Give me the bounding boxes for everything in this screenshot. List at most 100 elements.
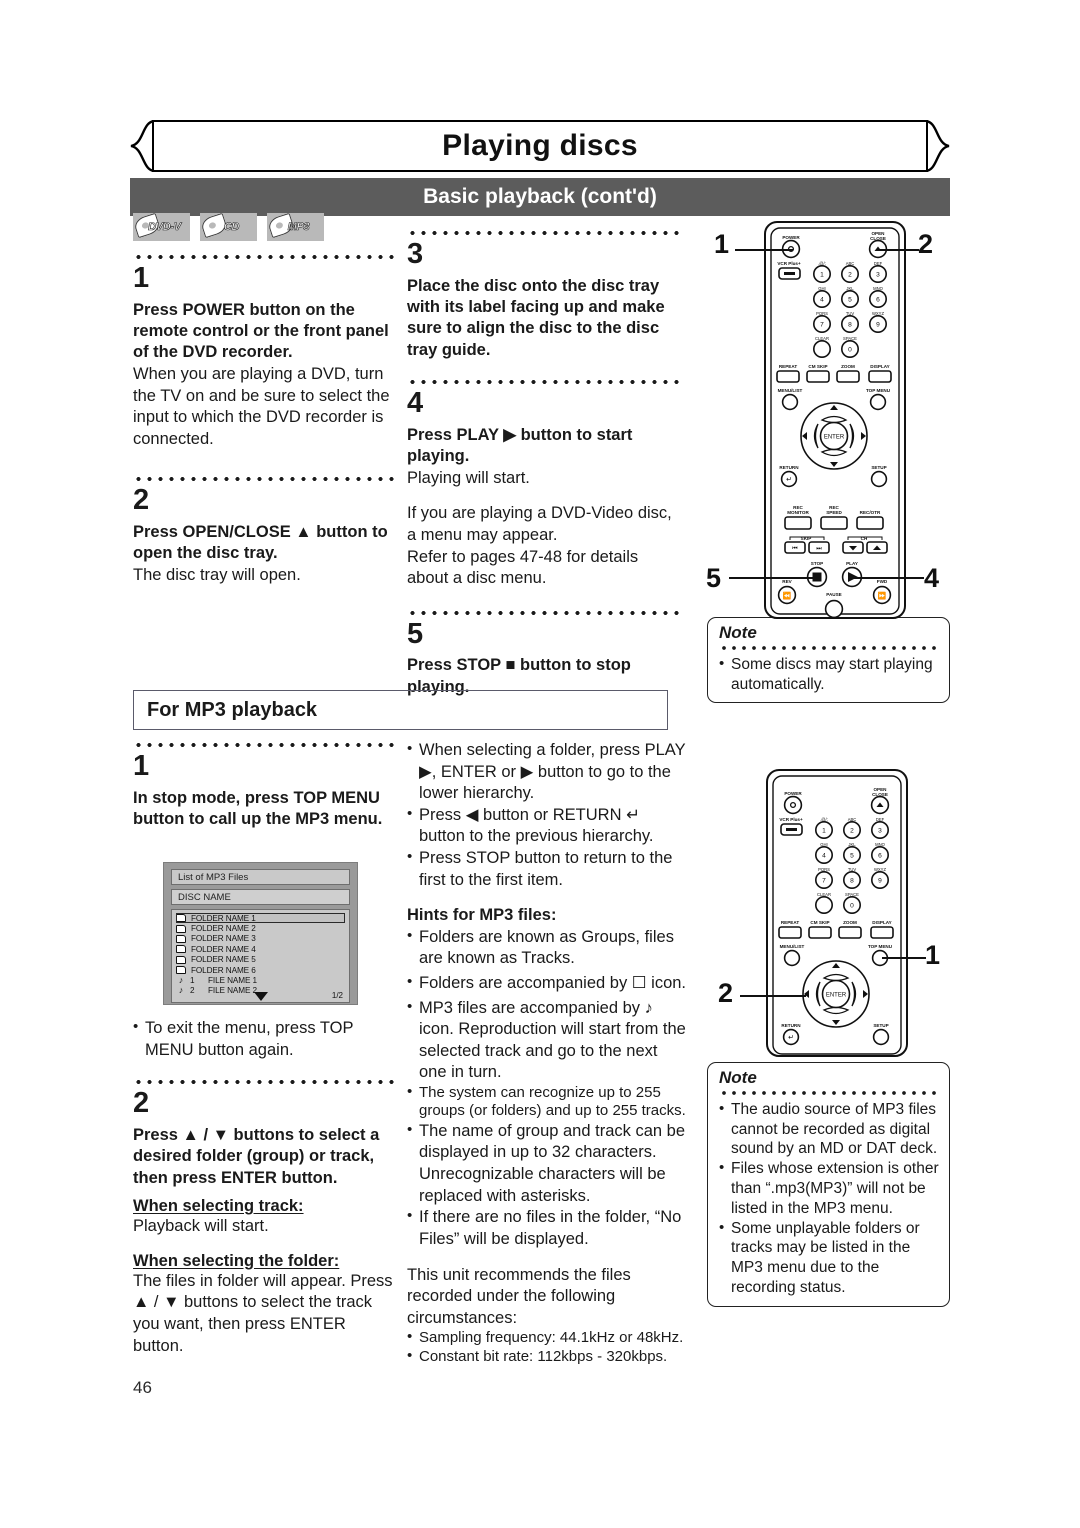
svg-text:6: 6 bbox=[876, 296, 880, 303]
folder-icon bbox=[176, 945, 186, 954]
list-item: FOLDER NAME 2 bbox=[176, 923, 345, 933]
svg-text:POWER: POWER bbox=[782, 235, 800, 240]
callout-4-play: 4 bbox=[924, 563, 940, 593]
chapter-banner: Playing discs bbox=[130, 120, 950, 172]
svg-text:TOP MENU: TOP MENU bbox=[866, 388, 891, 393]
section-banner: Basic playback (cont'd) bbox=[130, 178, 950, 216]
step-number: 1 bbox=[133, 262, 150, 294]
svg-text:TOP MENU: TOP MENU bbox=[868, 944, 893, 949]
mp3-section-header: For MP3 playback bbox=[133, 690, 668, 730]
list-item: Press STOP button to return to the first… bbox=[407, 847, 687, 891]
step-instruction: Press POWER button on the remote control… bbox=[133, 300, 389, 362]
hints-closing-bullets: Sampling frequency: 44.1kHz or 48kHz. Co… bbox=[407, 1328, 687, 1367]
svg-text:8: 8 bbox=[850, 877, 854, 884]
mp3-menu-screenshot: List of MP3 Files DISC NAME FOLDER NAME … bbox=[163, 862, 358, 1005]
svg-text:PAUSE: PAUSE bbox=[826, 592, 842, 597]
list-item: To exit the menu, press TOP MENU button … bbox=[133, 1017, 395, 1061]
track-number: 1 bbox=[190, 976, 195, 986]
step-detail-secondary: If you are playing a DVD-Video disc, a m… bbox=[407, 504, 672, 588]
osd-list: FOLDER NAME 1 FOLDER NAME 2 FOLDER NAME … bbox=[171, 909, 350, 1003]
step-detail: Playing will start. bbox=[407, 468, 530, 487]
list-item: When selecting a folder, press PLAY ▶, E… bbox=[407, 739, 687, 805]
hints-closing-intro: This unit recommends the files recorded … bbox=[407, 1265, 631, 1327]
svg-text:2: 2 bbox=[848, 271, 852, 278]
step-number: 4 bbox=[407, 387, 424, 420]
callout-leader bbox=[740, 995, 806, 997]
manual-page: Playing discs Basic playback (cont'd) DV… bbox=[0, 0, 1080, 1528]
note-divider bbox=[719, 643, 939, 652]
badge-label: MP3 bbox=[287, 221, 310, 234]
step-number: 5 bbox=[407, 617, 424, 650]
step-number: 1 bbox=[133, 750, 150, 782]
note-divider bbox=[719, 1088, 939, 1097]
folder-icon bbox=[176, 955, 186, 964]
list-item-label: FOLDER NAME 3 bbox=[191, 934, 256, 944]
column-steps-left: 1 Press POWER button on the remote contr… bbox=[133, 252, 395, 586]
mp3-section-title: For MP3 playback bbox=[147, 698, 318, 721]
svg-text:ZOOM: ZOOM bbox=[843, 920, 857, 925]
svg-text:8: 8 bbox=[848, 321, 852, 328]
svg-text:ZOOM: ZOOM bbox=[841, 364, 855, 369]
folder-icon bbox=[176, 924, 186, 933]
folder-icon bbox=[176, 914, 186, 923]
page-number: 46 bbox=[133, 1378, 152, 1397]
column-mp3-left: 1 In stop mode, press TOP MENU button to… bbox=[133, 740, 395, 830]
svg-text:2: 2 bbox=[850, 827, 854, 834]
badge-dvd-v: DVD-V bbox=[133, 213, 190, 241]
step-divider bbox=[133, 740, 395, 750]
note-box-mp3: Note The audio source of MP3 files canno… bbox=[707, 1062, 950, 1307]
svg-text:ENTER: ENTER bbox=[826, 993, 847, 999]
svg-text:0: 0 bbox=[848, 346, 852, 353]
callout-5-stop: 5 bbox=[706, 563, 722, 593]
step-number: 2 bbox=[133, 484, 150, 517]
list-item: FOLDER NAME 5 bbox=[176, 955, 345, 965]
list-item: Folders are known as Groups, files are k… bbox=[407, 926, 687, 970]
folder-icon bbox=[176, 966, 186, 975]
osd-title-bar: List of MP3 Files bbox=[171, 869, 350, 885]
list-item: If there are no files in the folder, “No… bbox=[407, 1206, 687, 1250]
callout-2-open-close: 2 bbox=[918, 229, 934, 259]
list-item: FOLDER NAME 4 bbox=[176, 944, 345, 954]
subheading-selecting-track-body: Playback will start. bbox=[133, 1217, 269, 1236]
scroll-down-icon bbox=[254, 992, 268, 1001]
badge-label: CD bbox=[223, 221, 240, 234]
badge-cd: CD bbox=[200, 213, 257, 241]
list-item-label: FOLDER NAME 5 bbox=[191, 955, 256, 965]
step-instruction: Press PLAY ▶ button to start playing. bbox=[407, 425, 633, 466]
callout-1-power: 1 bbox=[714, 229, 730, 259]
mp3-navigation-bullets: When selecting a folder, press PLAY ▶, E… bbox=[407, 739, 687, 891]
step-divider bbox=[133, 252, 395, 262]
svg-text:⏩: ⏩ bbox=[878, 591, 887, 600]
folder-icon bbox=[176, 934, 186, 943]
callout-1-top-menu: 1 bbox=[925, 940, 941, 970]
subheading-selecting-track: When selecting track: bbox=[133, 1197, 304, 1216]
list-item: MP3 files are accompanied by ♪ icon. Rep… bbox=[407, 997, 687, 1084]
osd-disc-name-bar: DISC NAME bbox=[171, 889, 350, 905]
step-number: 3 bbox=[407, 238, 424, 270]
svg-text:4: 4 bbox=[820, 296, 824, 303]
svg-text:RETURN: RETURN bbox=[781, 1023, 801, 1028]
step-detail: When you are playing a DVD, turn the TV … bbox=[133, 364, 390, 448]
list-item: FOLDER NAME 1 bbox=[176, 913, 345, 924]
badge-label: DVD-V bbox=[148, 221, 182, 234]
mp3-exit-bullets: To exit the menu, press TOP MENU button … bbox=[133, 1017, 395, 1061]
list-item: FOLDER NAME 3 bbox=[176, 934, 345, 944]
list-item: Constant bit rate: 112kbps - 320kbps. bbox=[407, 1347, 687, 1367]
svg-text:7: 7 bbox=[822, 877, 826, 884]
list-item: Some unplayable folders or tracks may be… bbox=[719, 1218, 939, 1298]
step-number: 2 bbox=[133, 1087, 150, 1120]
badge-mp3: MP3 bbox=[267, 213, 324, 241]
callout-leader bbox=[877, 249, 919, 251]
callout-leader bbox=[735, 249, 793, 251]
step-instruction: In stop mode, press TOP MENU button to c… bbox=[133, 788, 383, 829]
list-item-label: FOLDER NAME 1 bbox=[191, 913, 256, 923]
step-divider bbox=[133, 1077, 395, 1088]
svg-text:STOP: STOP bbox=[811, 561, 823, 566]
svg-text:1: 1 bbox=[820, 271, 824, 278]
svg-text:REC/OTR: REC/OTR bbox=[860, 510, 881, 515]
svg-text:0: 0 bbox=[850, 902, 854, 909]
chapter-banner-box: Playing discs bbox=[152, 120, 928, 172]
svg-text:PLAY: PLAY bbox=[846, 561, 858, 566]
osd-disc-name: DISC NAME bbox=[178, 891, 231, 903]
svg-text:6: 6 bbox=[878, 852, 882, 859]
